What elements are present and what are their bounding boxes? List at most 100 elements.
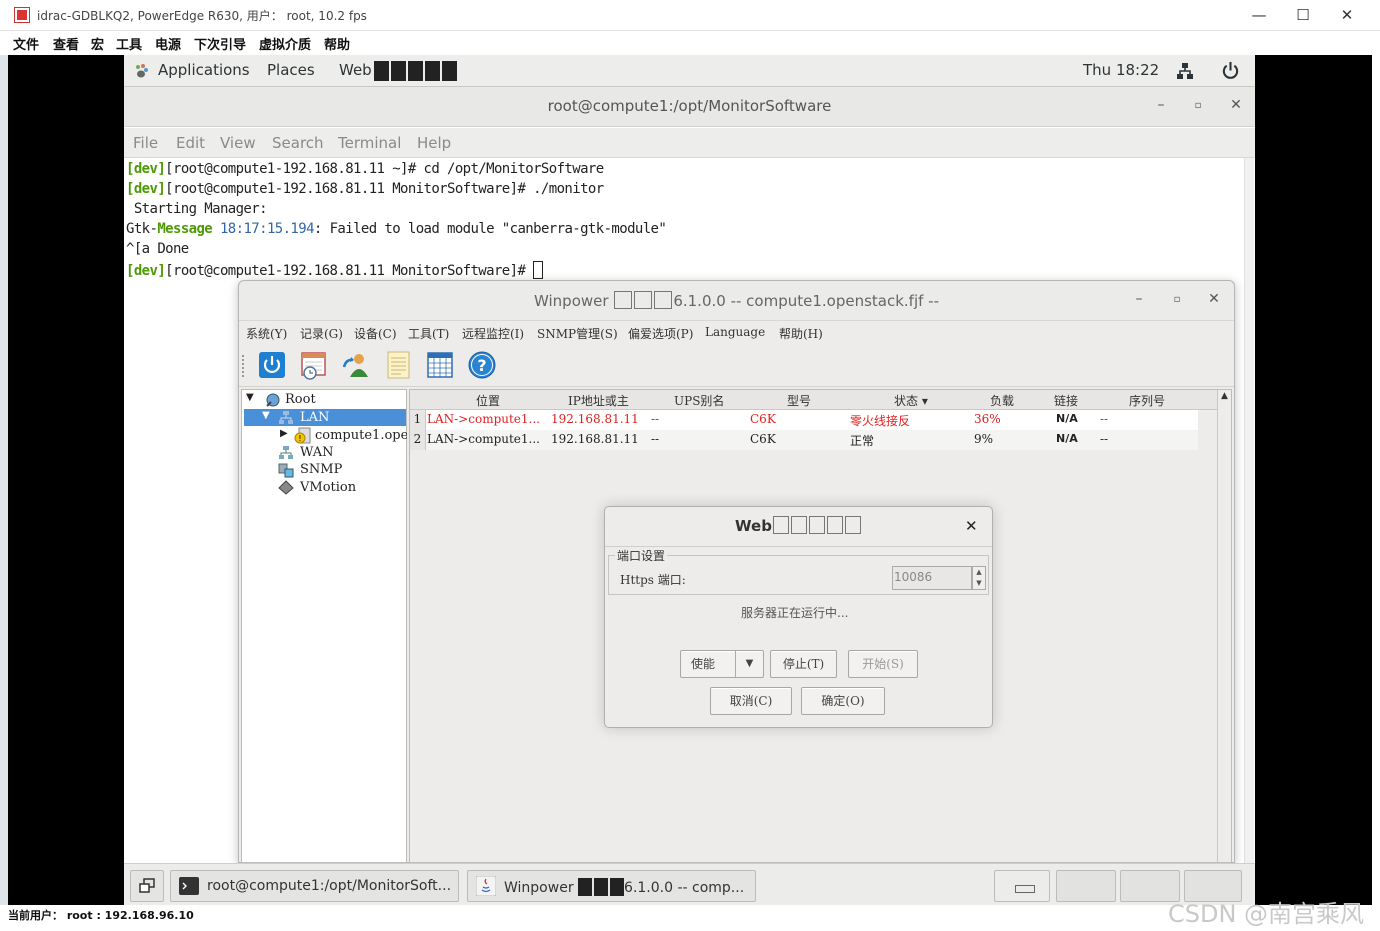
- terminal-menu-help[interactable]: Help: [417, 134, 451, 152]
- show-desktop-button[interactable]: [130, 870, 164, 902]
- winpower-maximize-button[interactable]: ▫: [1167, 294, 1187, 305]
- column-serial[interactable]: 序列号: [1129, 392, 1165, 409]
- help-icon[interactable]: ?: [467, 349, 497, 381]
- column-location[interactable]: 位置: [476, 392, 500, 409]
- terminal-menu-edit[interactable]: Edit: [176, 134, 205, 152]
- current-user-status: 当前用户： root : 192.168.96.10: [8, 909, 194, 922]
- chevron-right-icon[interactable]: ▶: [280, 428, 288, 439]
- terminal-scrollbar[interactable]: [1244, 158, 1254, 863]
- column-status[interactable]: 状态 ▾: [894, 392, 928, 409]
- chevron-down-icon[interactable]: ▼: [262, 410, 270, 421]
- port-spinner[interactable]: ▲ ▼: [972, 566, 986, 590]
- cancel-button[interactable]: 取消(C): [710, 687, 792, 715]
- tree-item-wan[interactable]: WAN: [300, 445, 333, 460]
- chevron-down-icon[interactable]: ▼: [735, 651, 763, 677]
- start-button[interactable]: 开始(S): [848, 650, 918, 678]
- window-list-icon: [139, 878, 155, 893]
- wp-menu-help[interactable]: 帮助(H): [779, 325, 823, 342]
- https-port-input[interactable]: 10086: [892, 566, 972, 590]
- wp-menu-snmp[interactable]: SNMP管理(S): [537, 325, 618, 342]
- power-menu-icon[interactable]: [1221, 61, 1240, 80]
- notes-icon[interactable]: [383, 349, 413, 381]
- wp-menu-language[interactable]: Language: [705, 325, 765, 339]
- cell-model: C6K: [750, 432, 776, 446]
- cell-alias: --: [651, 412, 660, 426]
- workspace-switcher-1[interactable]: [994, 870, 1050, 902]
- close-button[interactable]: ✕: [1325, 4, 1369, 28]
- terminal-maximize-button[interactable]: ▫: [1188, 100, 1208, 111]
- terminal-prompt-line: [dev][root@compute1-192.168.81.11 Monito…: [126, 261, 544, 279]
- column-load[interactable]: 负载: [990, 392, 1014, 409]
- cell-ip: 192.168.81.11: [551, 432, 639, 446]
- menu-view[interactable]: 查看: [53, 34, 79, 53]
- power-icon[interactable]: [257, 349, 287, 381]
- column-link[interactable]: 链接: [1054, 392, 1078, 409]
- terminal-minimize-button[interactable]: –: [1151, 97, 1171, 113]
- chevron-down-icon[interactable]: ▼: [246, 392, 254, 403]
- tree-item-vmotion[interactable]: VMotion: [300, 480, 356, 495]
- workspace-window-icon: [1015, 885, 1035, 893]
- workspace-switcher-2[interactable]: [1056, 870, 1116, 902]
- applications-menu[interactable]: Applications: [158, 61, 250, 79]
- scroll-up-icon[interactable]: ▲: [1219, 391, 1230, 405]
- web-menu[interactable]: Web: [339, 61, 372, 79]
- watermark: CSDN @南宫乘风: [1168, 900, 1365, 928]
- taskbar-terminal-label: root@compute1:/opt/MonitorSoft...: [207, 878, 452, 894]
- wp-menu-tools[interactable]: 工具(T): [408, 325, 449, 342]
- terminal-line: Starting Manager:: [126, 201, 268, 217]
- cell-link: N/A: [1056, 432, 1078, 445]
- users-icon[interactable]: [341, 349, 371, 381]
- network-icon[interactable]: [1176, 62, 1194, 80]
- wp-menu-remote[interactable]: 远程监控(I): [462, 325, 524, 342]
- ok-button[interactable]: 确定(O): [801, 687, 885, 715]
- winpower-minimize-button[interactable]: –: [1129, 291, 1149, 307]
- wp-menu-record[interactable]: 记录(G): [300, 325, 343, 342]
- cell-location: LAN->compute1...: [427, 432, 540, 446]
- column-model[interactable]: 型号: [787, 392, 811, 409]
- winpower-close-button[interactable]: ✕: [1204, 291, 1224, 307]
- minimize-button[interactable]: —: [1237, 4, 1281, 28]
- terminal-menu-file[interactable]: File: [133, 134, 158, 152]
- menu-help[interactable]: 帮助: [324, 34, 350, 53]
- table-row[interactable]: 2 LAN->compute1... 192.168.81.11 -- C6K …: [410, 430, 1198, 450]
- tree-item-root[interactable]: Root: [285, 392, 316, 407]
- table-header: 位置 IP地址或主 UPS别名 型号 状态 ▾ 负载 链接 序列号: [410, 390, 1217, 410]
- tree-item-lan[interactable]: LAN: [300, 410, 329, 425]
- menu-file[interactable]: 文件: [13, 34, 39, 53]
- maximize-button[interactable]: ☐: [1281, 4, 1325, 28]
- column-ip[interactable]: IP地址或主: [568, 392, 629, 409]
- wp-menu-preferences[interactable]: 偏爱选项(P): [628, 325, 693, 342]
- svg-text:?: ?: [477, 356, 486, 375]
- server-status-text: 服务器正在运行中...: [741, 606, 849, 620]
- menu-next-boot[interactable]: 下次引导: [194, 34, 246, 53]
- taskbar-terminal[interactable]: root@compute1:/opt/MonitorSoft...: [170, 870, 459, 902]
- table-icon[interactable]: [425, 349, 455, 381]
- wp-menu-device[interactable]: 设备(C): [354, 325, 397, 342]
- enable-select[interactable]: 使能 ▼: [680, 650, 764, 678]
- cell-status: 正常: [850, 434, 875, 448]
- menu-tools[interactable]: 工具: [116, 34, 142, 53]
- menu-virtual-media[interactable]: 虚拟介质: [259, 34, 311, 53]
- dialog-title: Web: [605, 516, 992, 535]
- gnome-taskbar: root@compute1:/opt/MonitorSoft... Winpow…: [124, 863, 1255, 905]
- table-scrollbar[interactable]: ▲: [1217, 390, 1231, 862]
- menu-macro[interactable]: 宏: [91, 34, 104, 53]
- terminal-menu-search[interactable]: Search: [272, 134, 324, 152]
- wp-menu-system[interactable]: 系统(Y): [246, 325, 287, 342]
- terminal-menu-terminal[interactable]: Terminal: [338, 134, 401, 152]
- table-row[interactable]: 1 LAN->compute1... 192.168.81.11 -- C6K …: [410, 410, 1198, 430]
- clock[interactable]: Thu 18:22: [1083, 61, 1159, 79]
- dialog-close-button[interactable]: ✕: [965, 517, 978, 535]
- terminal-line: [dev][root@compute1-192.168.81.11 ~]# cd…: [126, 161, 604, 177]
- places-menu[interactable]: Places: [267, 61, 315, 79]
- tree-item-compute1[interactable]: compute1.ope: [315, 428, 407, 443]
- terminal-menu-view[interactable]: View: [220, 134, 256, 152]
- taskbar-winpower[interactable]: Winpower 6.1.0.0 -- comp...: [467, 870, 756, 902]
- column-ups-alias[interactable]: UPS别名: [674, 392, 724, 409]
- cell-location: LAN->compute1...: [427, 412, 540, 426]
- terminal-close-button[interactable]: ✕: [1226, 97, 1246, 113]
- tree-item-snmp[interactable]: SNMP: [300, 462, 342, 477]
- calendar-clock-icon[interactable]: [299, 349, 329, 381]
- stop-button[interactable]: 停止(T): [770, 650, 837, 678]
- menu-power[interactable]: 电源: [155, 34, 181, 53]
